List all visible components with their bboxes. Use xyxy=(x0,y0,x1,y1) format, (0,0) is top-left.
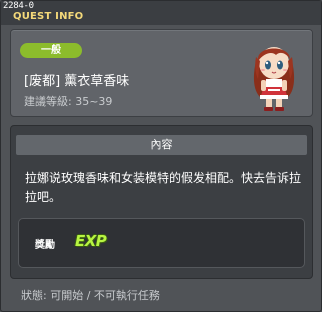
quest-title: [废都] 薰衣草香味 xyxy=(24,74,130,89)
npc-girl-portrait-icon xyxy=(253,47,295,111)
reward-box: 獎勵 EXP xyxy=(18,218,305,268)
quest-content-panel: 內容 拉娜说玫瑰香味和女装模特的假发相配。快去告诉拉拉吧。 獎勵 EXP xyxy=(10,125,313,279)
title-bar[interactable]: 2284-0 QUEST INFO xyxy=(1,1,321,25)
recommended-level: 建議等級: 35~39 xyxy=(24,95,113,108)
quest-summary-panel: 一般 [废都] 薰衣草香味 建議等級: 35~39 xyxy=(10,29,313,117)
reward-label: 獎勵 xyxy=(35,240,55,251)
quest-status: 狀態: 可開始 / 不可執行任務 xyxy=(21,289,160,302)
window-id: 2284-0 xyxy=(3,1,34,11)
content-header: 內容 xyxy=(16,135,307,155)
quest-info-window: 2284-0 QUEST INFO 一般 [废都] 薰衣草香味 建議等級: 35… xyxy=(0,0,322,312)
quest-description: 拉娜说玫瑰香味和女装模特的假发相配。快去告诉拉拉吧。 xyxy=(25,171,302,204)
exp-reward-icon: EXP xyxy=(75,232,107,250)
category-badge: 一般 xyxy=(20,43,82,58)
window-title: QUEST INFO xyxy=(13,11,84,22)
